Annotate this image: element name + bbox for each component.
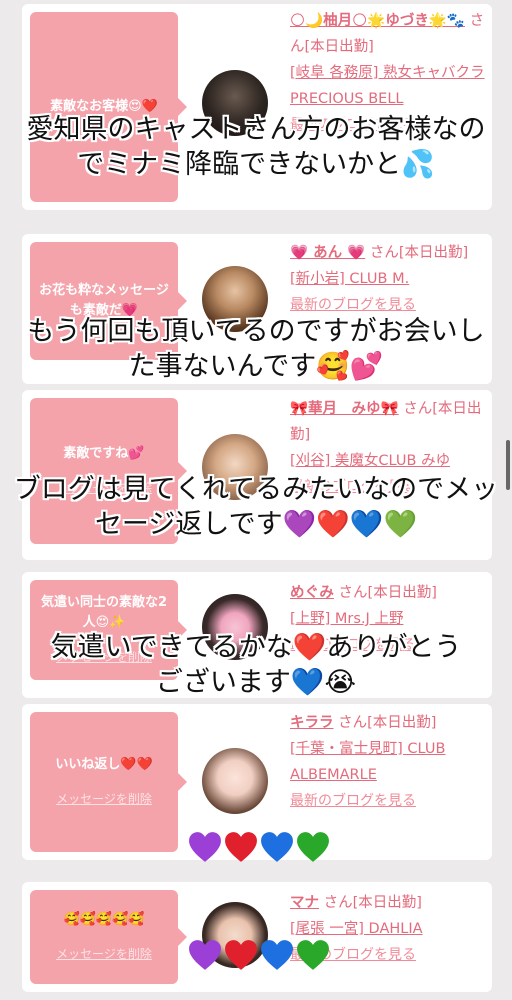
shop-link[interactable]: [千葉・富士見町] CLUB ALBEMARLE bbox=[290, 741, 445, 783]
green-heart-icon bbox=[297, 832, 329, 862]
red-heart-icon bbox=[225, 832, 257, 862]
purple-heart-icon bbox=[189, 940, 221, 970]
shop-link[interactable]: [新小岩] CLUB M. bbox=[290, 271, 409, 287]
cast-status: さん[本日出勤] bbox=[338, 585, 437, 601]
blue-heart-icon bbox=[261, 832, 293, 862]
caption-text: もう何回も頂いてるのですがお会いした事ないんです🥰💕 bbox=[27, 316, 485, 382]
cast-name-link[interactable]: キララ bbox=[290, 715, 334, 731]
shop-link[interactable]: [尾張 一宮] DAHLIA bbox=[290, 921, 423, 937]
cast-name-link[interactable]: 🎀華月 みゆ🎀 bbox=[290, 401, 399, 417]
heart-sticker-row bbox=[188, 938, 330, 972]
cast-status: さん[本日出勤] bbox=[323, 895, 422, 911]
shop-link[interactable]: [岐阜 各務原] 熟女キャバクラPRECIOUS BELL bbox=[290, 65, 485, 107]
overlay-caption: ブログは見てくれてるみたいなのでメッセージ返しです💜❤️💙💚 bbox=[0, 472, 512, 542]
message-text: 🥰🥰🥰🥰🥰 bbox=[63, 912, 145, 927]
blog-link[interactable]: 最新のブログを見る bbox=[290, 793, 416, 809]
blog-link[interactable]: 最新のブログを見る bbox=[290, 297, 416, 313]
purple-heart-icon bbox=[189, 832, 221, 862]
message-bubble: いいね返し❤️❤️ メッセージを削除 bbox=[30, 712, 187, 852]
cast-name-link[interactable]: 💗 あん 💗 bbox=[290, 245, 365, 261]
message-text: いいね返し❤️❤️ bbox=[55, 757, 153, 772]
shop-link[interactable]: [上野] Mrs.J 上野 bbox=[290, 611, 403, 627]
cast-name-link[interactable]: 🌕🌙柚月🌕🌟ゆづき🌟🐾 bbox=[290, 13, 465, 29]
delete-message-link[interactable]: メッセージを削除 bbox=[56, 789, 152, 809]
caption-text: 気遣いできてるかな❤️ありがとうございます💙😭 bbox=[50, 632, 462, 698]
blue-heart-icon bbox=[261, 940, 293, 970]
message-text: 素敵ですね💕 bbox=[63, 446, 145, 461]
cast-info: キララ さん[本日出勤] [千葉・富士見町] CLUB ALBEMARLE 最新… bbox=[290, 710, 486, 814]
caption-text: 愛知県のキャストさん方のお客様なのでミナミ降臨できないかと💦 bbox=[26, 114, 486, 180]
cast-status: さん[本日出勤] bbox=[369, 245, 469, 261]
cast-name-link[interactable]: めぐみ bbox=[290, 585, 334, 601]
overlay-caption: 愛知県のキャストさん方のお客様なのでミナミ降臨できないかと💦 bbox=[0, 112, 512, 182]
overlay-caption: 気遣いできてるかな❤️ありがとうございます💙😭 bbox=[0, 630, 512, 700]
cast-status: さん[本日出勤] bbox=[338, 715, 437, 731]
caption-text: ブログは見てくれてるみたいなのでメッセージ返しです💜❤️💙💚 bbox=[13, 474, 499, 540]
message-text: 気遣い同士の素敵な2人😍✨ bbox=[40, 595, 168, 630]
green-heart-icon bbox=[297, 940, 329, 970]
message-bubble: 🥰🥰🥰🥰🥰 メッセージを削除 bbox=[30, 890, 187, 984]
delete-message-link[interactable]: メッセージを削除 bbox=[56, 944, 152, 964]
shop-link[interactable]: [刈谷] 美魔女CLUB みゆ bbox=[290, 453, 450, 469]
cast-info: 💗 あん 💗 さん[本日出勤] [新小岩] CLUB M. 最新のブログを見る bbox=[290, 240, 486, 318]
overlay-caption: もう何回も頂いてるのですがお会いした事ないんです🥰💕 bbox=[0, 314, 512, 384]
scrollbar-thumb[interactable] bbox=[506, 440, 510, 490]
avatar[interactable] bbox=[202, 748, 268, 814]
heart-sticker-row bbox=[188, 830, 330, 864]
cast-name-link[interactable]: マナ bbox=[290, 895, 319, 911]
red-heart-icon bbox=[225, 940, 257, 970]
message-card: 🥰🥰🥰🥰🥰 メッセージを削除 マナ さん[本日出勤] [尾張 一宮] DAHLI… bbox=[22, 882, 492, 992]
